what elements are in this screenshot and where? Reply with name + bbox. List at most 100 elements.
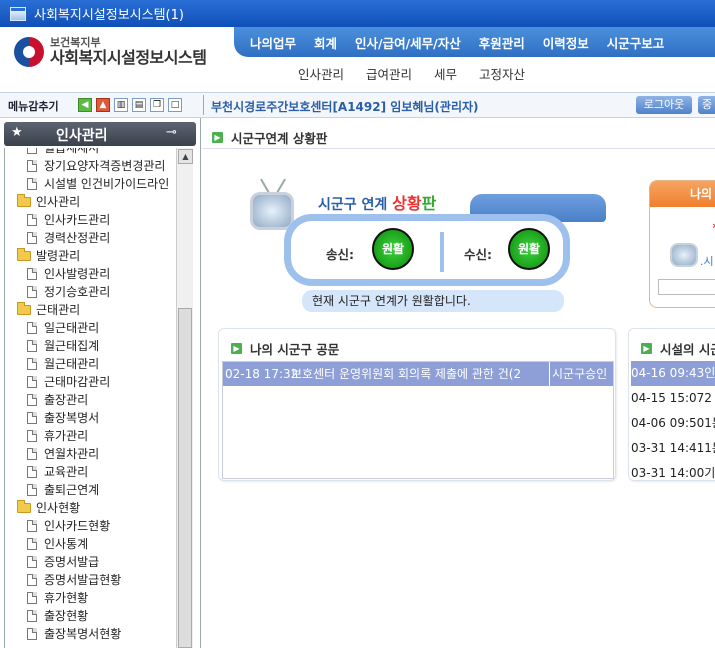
my-info-field[interactable] <box>658 279 715 295</box>
tree-item[interactable]: 출퇴근연계 <box>5 481 176 499</box>
my-info-text: .시 <box>700 255 714 268</box>
scroll-thumb[interactable] <box>178 308 192 648</box>
toolbar: 메뉴감추기 ◀ ▲ ▥ ▤ ❐ □ 부천시경로주간보호센터[A1492] 임보혜… <box>0 92 715 118</box>
tree-item[interactable]: 근태마감관리 <box>5 373 176 391</box>
list-item[interactable]: 03-31 14:411분 <box>631 436 715 461</box>
list-item-date: 04-16 09:43 <box>631 366 705 380</box>
tree-item[interactable]: 일근태관리 <box>5 319 176 337</box>
document-icon <box>27 430 37 442</box>
top-menu-item-history[interactable]: 이력정보 <box>543 33 589 52</box>
tree-item[interactable]: 증명서발급현황 <box>5 571 176 589</box>
list-item[interactable]: 04-16 09:43인부 <box>631 361 715 386</box>
tree-item[interactable]: 장기요양자격증변경관리 <box>5 157 176 175</box>
tree-item[interactable]: 인사발령관리 <box>5 265 176 283</box>
document-icon <box>27 556 37 568</box>
logout-button[interactable]: 로그아웃 <box>636 96 692 114</box>
layout-icons: ◀ ▲ ▥ ▤ ❐ □ <box>78 98 182 112</box>
top-menu-item-sponsorship[interactable]: 후원관리 <box>479 33 525 52</box>
my-info-panel: 나의 › .시 <box>649 180 715 308</box>
tree-item[interactable]: 인사통계 <box>5 535 176 553</box>
tree-item[interactable]: 출장복명서현황 <box>5 625 176 643</box>
tree-item[interactable]: 휴가현황 <box>5 589 176 607</box>
tree-item[interactable]: 정기승호관리 <box>5 283 176 301</box>
sidebar-tree: 월급세세서 장기요양자격증변경관리시설별 인건비가이드라인인사관리인사카드관리경력… <box>4 148 176 648</box>
tree-folder[interactable]: 인사관리 <box>5 193 176 211</box>
sub-menu-item-hr[interactable]: 인사관리 <box>298 64 344 83</box>
tree-item[interactable]: 출장복명서 <box>5 409 176 427</box>
list-item-date: 04-06 09:50 <box>631 416 705 430</box>
tree-folder[interactable]: 인사현황 <box>5 499 176 517</box>
sub-menu-item-fixed-assets[interactable]: 고정자산 <box>479 64 525 83</box>
tree-item[interactable]: 경력산정관리 <box>5 229 176 247</box>
tree-item[interactable]: 인사카드관리 <box>5 211 176 229</box>
tree-label: 근태관리 <box>36 303 81 317</box>
tree-item[interactable]: 연월차관리 <box>5 445 176 463</box>
tree-item[interactable]: 인사카드현황 <box>5 517 176 535</box>
top-menu-item-my-work[interactable]: 나의업무 <box>250 33 296 52</box>
extra-button[interactable]: 중 <box>698 96 715 114</box>
collapse-left-icon[interactable]: ◀ <box>78 98 92 112</box>
layout-rows-icon[interactable]: ▤ <box>132 98 146 112</box>
document-icon <box>27 148 37 154</box>
sub-menu-item-tax[interactable]: 세무 <box>434 64 457 83</box>
layout-columns-icon[interactable]: ▥ <box>114 98 128 112</box>
tree-label: 인사카드관리 <box>44 213 111 227</box>
government-emblem-icon <box>14 37 44 67</box>
logo[interactable]: 보건복지부 사회복지시설정보시스템 <box>14 37 207 67</box>
document-icon <box>27 286 37 298</box>
tree-label: 시설별 인건비가이드라인 <box>44 177 170 191</box>
sidebar-scrollbar[interactable]: ▲ <box>176 148 193 648</box>
tree-label: 출장복명서현황 <box>44 627 122 641</box>
green-arrow-icon: ▶ <box>641 343 652 354</box>
tree-label: 휴가관리 <box>44 429 89 443</box>
tree-folder[interactable]: 발령관리 <box>5 247 176 265</box>
tree-item[interactable]: 출장관리 <box>5 391 176 409</box>
star-icon[interactable]: ★ <box>11 125 23 140</box>
list-item-text: 1분 <box>704 416 715 430</box>
main-content: ▶ 시군구연계 상황판 시군구 연계 상황판 송신: 원활 수신: 원활 현재 … <box>202 118 715 648</box>
user-info: 부천시경로주간보호센터[A1492] 임보혜님(관리자) <box>211 100 479 114</box>
list-item-text: 1분 <box>704 441 715 455</box>
folder-icon <box>17 302 31 315</box>
list-item[interactable]: 04-15 15:072 <box>631 386 715 411</box>
folder-icon <box>17 248 31 261</box>
list-item[interactable]: 03-31 14:00기 3 <box>631 461 715 480</box>
tree-label: 증명서발급현황 <box>44 573 122 587</box>
hide-menu-label[interactable]: 메뉴감추기 <box>8 98 59 114</box>
tree-item[interactable]: 교육관리 <box>5 463 176 481</box>
tree-folder[interactable]: 근태관리 <box>5 301 176 319</box>
tree-item[interactable]: 월근태관리 <box>5 355 176 373</box>
top-menu-item-hr-payroll[interactable]: 인사/급여/세무/자산 <box>355 33 461 52</box>
tree-item[interactable]: 출장현황 <box>5 607 176 625</box>
facility-list: 04-16 09:43인부04-15 15:07204-06 09:501분03… <box>631 361 715 480</box>
row-subject: 보호센터 운영위원회 회의록 제출에 관한 건(2 <box>291 367 522 381</box>
tree-item[interactable]: 증명서발급 <box>5 553 176 571</box>
table-row[interactable]: 02-18 17:32 보호센터 운영위원회 회의록 제출에 관한 건(2 시군… <box>223 362 613 386</box>
tree-item[interactable]: 시설별 인건비가이드라인 <box>5 175 176 193</box>
window-titlebar: 사회복지시설정보시스템(1) <box>0 0 715 27</box>
gongmun-table: 02-18 17:32 보호센터 운영위원회 회의록 제출에 관한 건(2 시군… <box>222 361 614 479</box>
tree-label: 출장관리 <box>44 393 89 407</box>
sub-menu-item-payroll[interactable]: 급여관리 <box>366 64 412 83</box>
layout-cascade-icon[interactable]: ❐ <box>150 98 164 112</box>
document-icon <box>27 358 37 370</box>
tree-item[interactable]: 월급세세서 <box>5 148 176 157</box>
pin-icon[interactable]: ⊸ <box>166 125 177 140</box>
tree-item[interactable]: 휴가관리 <box>5 427 176 445</box>
sub-menu: 인사관리 급여관리 세무 고정자산 <box>298 64 547 83</box>
receive-status-light: 원활 <box>508 228 550 270</box>
tree-item[interactable]: 월근태집계 <box>5 337 176 355</box>
app-header: 보건복지부 사회복지시설정보시스템 나의업무 회계 인사/급여/세무/자산 후원… <box>0 27 715 92</box>
layout-single-icon[interactable]: □ <box>168 98 182 112</box>
document-icon <box>27 394 37 406</box>
board-title: 시군구 연계 상황판 <box>318 194 437 213</box>
top-menu-item-accounting[interactable]: 회계 <box>314 33 337 52</box>
scroll-up-icon[interactable]: ▲ <box>178 149 193 164</box>
tree-label: 인사통계 <box>44 537 89 551</box>
row-date: 02-18 17:32 <box>225 367 299 381</box>
tree-label: 증명서발급 <box>44 555 100 569</box>
top-menu-item-report[interactable]: 시군구보고 <box>607 33 665 52</box>
list-item[interactable]: 04-06 09:501분 <box>631 411 715 436</box>
document-icon <box>27 538 37 550</box>
expand-up-icon[interactable]: ▲ <box>96 98 110 112</box>
